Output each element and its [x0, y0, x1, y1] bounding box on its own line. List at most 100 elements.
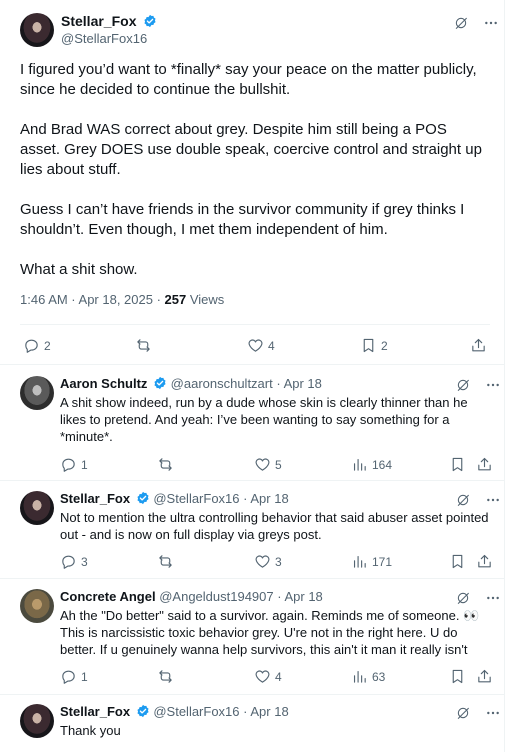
post-timestamp[interactable]: 1:46 AM · Apr 18, 2025 · [20, 292, 165, 307]
reply-icon [62, 670, 75, 684]
views-button[interactable]: 63 [351, 668, 385, 685]
share-button[interactable] [476, 553, 493, 570]
reply-tweet[interactable]: Aaron Schultz @aaronschultzart · Apr 18 … [0, 376, 505, 482]
grok-icon[interactable] [453, 15, 469, 31]
display-name[interactable]: Stellar_Fox [61, 13, 136, 29]
bookmark-button[interactable]: 2 [360, 337, 388, 354]
more-icon[interactable] [485, 492, 501, 508]
repost-button[interactable] [135, 337, 156, 354]
reply-date[interactable]: · Apr 18 [276, 376, 322, 391]
views-button[interactable]: 171 [351, 553, 392, 570]
reply-count: 1 [81, 669, 88, 684]
share-button[interactable] [476, 456, 493, 473]
bookmark-icon [452, 554, 463, 569]
tweet-thread: Stellar_Fox @StellarFox16 I figured you’… [0, 0, 505, 752]
display-name[interactable]: Stellar_Fox [60, 491, 130, 506]
post-paragraph: What a shit show. [20, 261, 138, 278]
author-handle[interactable]: @aaronschultzart [171, 376, 273, 391]
post-paragraph: And Brad WAS correct about grey. Despite… [20, 121, 482, 178]
reply-count: 3 [81, 554, 88, 569]
bookmark-icon [452, 669, 463, 684]
avatar[interactable] [20, 704, 54, 738]
post-paragraph: Guess I can’t have friends in the surviv… [20, 201, 465, 238]
verified-icon [137, 704, 149, 718]
repost-icon [137, 339, 150, 352]
reply-date[interactable]: · Apr 18 [243, 491, 289, 506]
like-button[interactable]: 4 [254, 668, 282, 685]
divider [0, 364, 505, 365]
views-count: 171 [372, 554, 393, 569]
avatar[interactable] [20, 376, 54, 410]
like-button[interactable]: 5 [254, 456, 282, 473]
bookmark-button[interactable] [449, 668, 466, 685]
reply-count: 2 [44, 338, 51, 353]
more-icon[interactable] [485, 590, 501, 606]
divider [0, 578, 505, 579]
repost-button[interactable] [157, 553, 178, 570]
verified-icon [144, 14, 156, 28]
post-meta: 1:46 AM · Apr 18, 2025 · 257 Views [20, 292, 224, 307]
share-button[interactable] [470, 337, 487, 354]
like-button[interactable]: 4 [247, 337, 275, 354]
more-icon[interactable] [485, 705, 501, 721]
reply-tweet[interactable]: Stellar_Fox @StellarFox16 · Apr 18 Thank… [0, 704, 505, 752]
reply-button[interactable]: 3 [60, 553, 88, 570]
bookmark-icon [452, 457, 463, 472]
views-count: 63 [372, 669, 386, 684]
repost-button[interactable] [157, 456, 178, 473]
views-icon [353, 670, 366, 683]
reply-icon [25, 339, 38, 353]
repost-icon [159, 458, 172, 471]
post-text: I figured you’d want to *finally* say yo… [20, 60, 490, 300]
reply-tweet[interactable]: Concrete Angel @Angeldust194907 · Apr 18… [0, 589, 505, 695]
repost-icon [159, 555, 172, 568]
divider [0, 694, 505, 695]
reply-icon [62, 555, 75, 569]
divider [20, 324, 490, 325]
views-icon [353, 458, 366, 471]
verified-icon [137, 491, 149, 505]
reply-button[interactable]: 2 [23, 337, 51, 354]
like-icon [255, 458, 270, 471]
grok-icon[interactable] [455, 705, 471, 721]
display-name[interactable]: Concrete Angel [60, 589, 156, 604]
like-count: 4 [268, 338, 275, 353]
views-count: 164 [372, 457, 393, 472]
reply-date[interactable]: · Apr 18 [243, 704, 289, 719]
reply-text: Not to mention the ultra controlling beh… [60, 510, 489, 542]
author-name[interactable]: Stellar_Fox [61, 13, 157, 31]
bookmark-button[interactable] [449, 553, 466, 570]
avatar[interactable] [20, 13, 54, 47]
author-handle[interactable]: @StellarFox16 [153, 704, 239, 719]
avatar[interactable] [20, 491, 54, 525]
share-icon [478, 554, 491, 568]
share-button[interactable] [476, 668, 493, 685]
repost-button[interactable] [157, 668, 178, 685]
more-icon[interactable] [483, 15, 499, 31]
reply-button[interactable]: 1 [60, 668, 88, 685]
avatar[interactable] [20, 589, 54, 623]
display-name[interactable]: Aaron Schultz [60, 376, 147, 391]
post-paragraph: I figured you’d want to *finally* say yo… [20, 61, 477, 98]
divider [0, 480, 505, 481]
reply-tweet[interactable]: Stellar_Fox @StellarFox16 · Apr 18 Not t… [0, 491, 505, 581]
grok-icon[interactable] [455, 377, 471, 393]
display-name[interactable]: Stellar_Fox [60, 704, 130, 719]
reply-date[interactable]: · Apr 18 [277, 589, 323, 604]
grok-icon[interactable] [455, 590, 471, 606]
bookmark-button[interactable] [449, 456, 466, 473]
author-handle[interactable]: @StellarFox16 [153, 491, 239, 506]
like-count: 3 [275, 554, 282, 569]
author-handle[interactable]: @StellarFox16 [61, 31, 147, 46]
like-icon [255, 555, 270, 568]
like-button[interactable]: 3 [254, 553, 282, 570]
reply-button[interactable]: 1 [60, 456, 88, 473]
more-icon[interactable] [485, 377, 501, 393]
views-button[interactable]: 164 [351, 456, 392, 473]
author-handle[interactable]: @Angeldust194907 [159, 589, 273, 604]
reply-count: 1 [81, 457, 88, 472]
like-count: 5 [275, 457, 282, 472]
grok-icon[interactable] [455, 492, 471, 508]
views-count: 257 [164, 292, 187, 307]
reply-text: Thank you [60, 723, 121, 738]
